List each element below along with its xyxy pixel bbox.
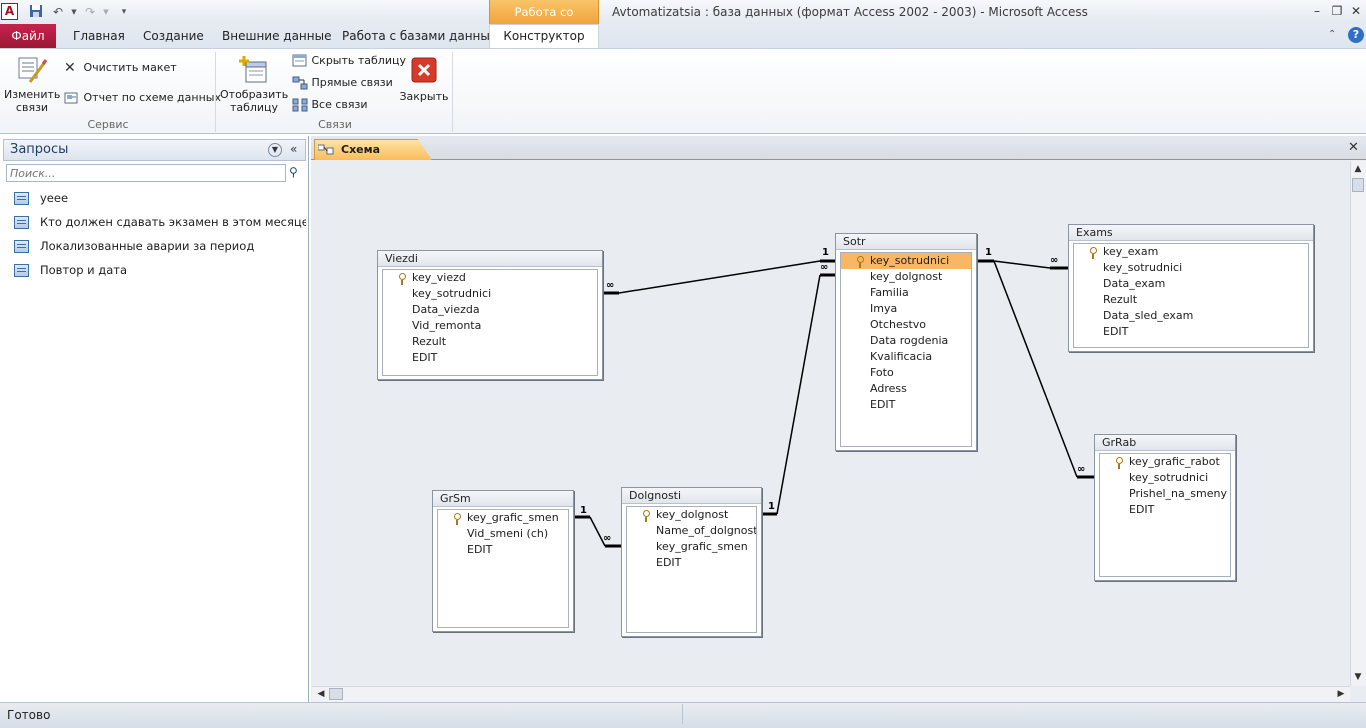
table-title[interactable]: GrSm <box>433 491 573 507</box>
scroll-up-icon[interactable]: ▲ <box>1351 162 1365 176</box>
field-list: key_exam key_sotrudnici Data_exam Rezult… <box>1073 243 1309 348</box>
field[interactable]: Familia <box>841 285 971 301</box>
table-dolgnosti[interactable]: Dolgnosti key_dolgnost Name_of_dolgnost … <box>621 487 762 637</box>
table-title[interactable]: GrRab <box>1095 435 1235 451</box>
field[interactable]: Vid_remonta <box>383 318 597 334</box>
table-grsm[interactable]: GrSm key_grafic_smen Vid_smeni (ch) EDIT <box>432 490 574 632</box>
field-list: key_grafic_smen Vid_smeni (ch) EDIT <box>437 509 569 628</box>
field[interactable]: Adress <box>841 381 971 397</box>
field[interactable]: key_sotrudnici <box>1100 470 1230 486</box>
field[interactable]: Rezult <box>1074 292 1308 308</box>
field-list: key_viezd key_sotrudnici Data_viezda Vid… <box>382 269 598 376</box>
field[interactable]: Prishel_na_smeny <box>1100 486 1230 502</box>
field[interactable]: EDIT <box>383 350 597 366</box>
field-primary-key-selected[interactable]: key_sotrudnici <box>841 253 971 269</box>
relation-label-one: 1 <box>985 247 992 258</box>
relation-label-one: 1 <box>822 247 829 258</box>
relation-label-many: ∞ <box>1077 464 1086 475</box>
table-sotr[interactable]: Sotr key_sotrudnici key_dolgnost Familia… <box>835 233 977 451</box>
field[interactable]: key_grafic_smen <box>627 539 756 555</box>
field[interactable]: Data rogdenia <box>841 333 971 349</box>
field-primary-key[interactable]: key_grafic_rabot <box>1100 454 1230 470</box>
relation-line-sotr-exams <box>993 260 1051 269</box>
field[interactable]: Rezult <box>383 334 597 350</box>
field[interactable]: EDIT <box>1100 502 1230 518</box>
field-primary-key[interactable]: key_viezd <box>383 270 597 286</box>
field-list: key_grafic_rabot key_sotrudnici Prishel_… <box>1099 453 1231 577</box>
vertical-scroll-thumb[interactable] <box>1352 178 1364 192</box>
field[interactable]: EDIT <box>438 542 568 558</box>
field[interactable]: Kvalificacia <box>841 349 971 365</box>
relation-label-many: ∞ <box>606 280 615 291</box>
field-primary-key[interactable]: key_dolgnost <box>627 507 756 523</box>
table-grrab[interactable]: GrRab key_grafic_rabot key_sotrudnici Pr… <box>1094 434 1236 581</box>
table-title[interactable]: Sotr <box>836 234 976 250</box>
status-separator <box>682 704 683 724</box>
vertical-scrollbar[interactable] <box>1350 161 1366 686</box>
field[interactable]: Data_exam <box>1074 276 1308 292</box>
relation-label-one: 1 <box>768 501 775 512</box>
horizontal-scroll-thumb[interactable] <box>329 688 343 700</box>
relation-label-many: ∞ <box>603 533 612 544</box>
table-viezdi[interactable]: Viezdi key_viezd key_sotrudnici Data_vie… <box>377 250 603 380</box>
field[interactable]: EDIT <box>841 397 971 413</box>
relation-line-sotr-dolgnosti <box>776 274 821 515</box>
field[interactable]: key_dolgnost <box>841 269 971 285</box>
relation-line-viezdi-sotr <box>618 260 821 294</box>
relation-label-one: 1 <box>580 505 587 516</box>
field[interactable]: key_sotrudnici <box>1074 260 1308 276</box>
field[interactable]: EDIT <box>627 555 756 571</box>
relation-line-sotr-grrab <box>993 260 1078 478</box>
field-list: key_dolgnost Name_of_dolgnost key_grafic… <box>626 506 757 633</box>
field-primary-key[interactable]: key_exam <box>1074 244 1308 260</box>
field[interactable]: Vid_smeni (ch) <box>438 526 568 542</box>
field[interactable]: Imya <box>841 301 971 317</box>
field[interactable]: EDIT <box>1074 324 1308 340</box>
field[interactable]: Name_of_dolgnost <box>627 523 756 539</box>
scroll-left-icon[interactable]: ◀ <box>314 687 328 701</box>
table-title[interactable]: Exams <box>1069 225 1313 241</box>
field[interactable]: Otchestvo <box>841 317 971 333</box>
field-primary-key[interactable]: key_grafic_smen <box>438 510 568 526</box>
horizontal-scrollbar[interactable] <box>312 686 1350 702</box>
relation-label-many: ∞ <box>1050 255 1059 266</box>
field[interactable]: Foto <box>841 365 971 381</box>
field[interactable]: Data_viezda <box>383 302 597 318</box>
scroll-right-icon[interactable]: ▶ <box>1334 687 1348 701</box>
scroll-down-icon[interactable]: ▼ <box>1351 670 1365 684</box>
field-list: key_sotrudnici key_dolgnost Familia Imya… <box>840 252 972 447</box>
field[interactable]: Data_sled_exam <box>1074 308 1308 324</box>
status-bar <box>0 702 1366 728</box>
table-title[interactable]: Dolgnosti <box>622 488 761 504</box>
status-text: Готово <box>7 708 51 722</box>
field[interactable]: key_sotrudnici <box>383 286 597 302</box>
table-exams[interactable]: Exams key_exam key_sotrudnici Data_exam … <box>1068 224 1314 352</box>
relation-label-many: ∞ <box>820 262 829 273</box>
table-title[interactable]: Viezdi <box>378 251 602 267</box>
